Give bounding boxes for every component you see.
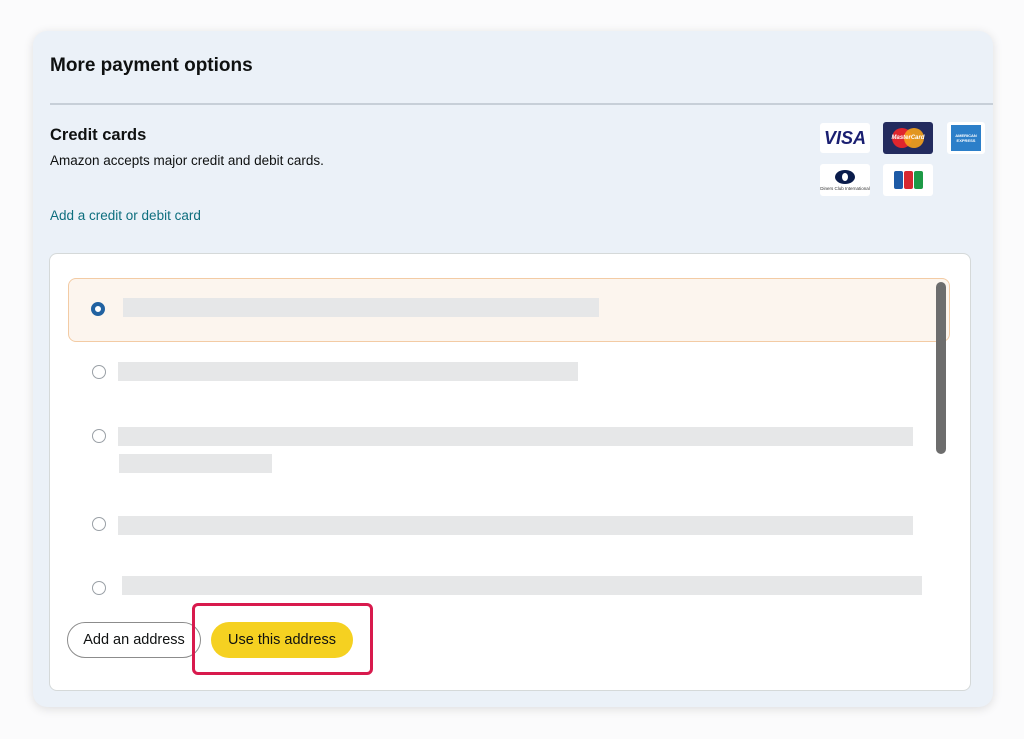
visa-logo: VISA — [820, 123, 870, 153]
address-redacted-text — [118, 362, 578, 381]
address-radio[interactable] — [92, 581, 106, 595]
add-card-link[interactable]: Add a credit or debit card — [50, 208, 201, 223]
address-list: Add an address Use this address — [49, 253, 971, 691]
address-radio[interactable] — [92, 429, 106, 443]
radio-selected[interactable] — [91, 302, 105, 316]
credit-cards-subtitle: Amazon accepts major credit and debit ca… — [50, 153, 324, 168]
jcb-logo — [883, 164, 933, 196]
section-title: More payment options — [50, 55, 253, 76]
address-redacted-text — [123, 298, 599, 317]
address-redacted-text — [118, 516, 913, 535]
amex-logo-text: AMERICAN EXPRESS — [955, 133, 977, 143]
credit-cards-title: Credit cards — [50, 126, 147, 144]
address-redacted-text — [122, 576, 922, 595]
payment-options-panel: More payment options Credit cards Amazon… — [33, 31, 993, 707]
address-radio[interactable] — [92, 365, 106, 379]
diners-club-logo: Diners Club International — [820, 164, 870, 196]
mastercard-logo: MasterCard — [883, 122, 933, 154]
mastercard-logo-text: MasterCard — [891, 135, 925, 141]
address-radio[interactable] — [92, 517, 106, 531]
diners-logo-text: Diners Club International — [820, 185, 870, 191]
visa-logo-text: VISA — [823, 127, 866, 148]
address-redacted-text — [118, 427, 913, 446]
address-option-selected[interactable] — [68, 278, 950, 342]
amex-logo: AMERICAN EXPRESS — [947, 122, 985, 154]
use-this-address-button[interactable]: Use this address — [211, 622, 353, 658]
divider — [50, 103, 993, 105]
address-redacted-text — [119, 454, 272, 473]
add-address-button[interactable]: Add an address — [67, 622, 201, 658]
scrollbar[interactable] — [936, 282, 946, 454]
